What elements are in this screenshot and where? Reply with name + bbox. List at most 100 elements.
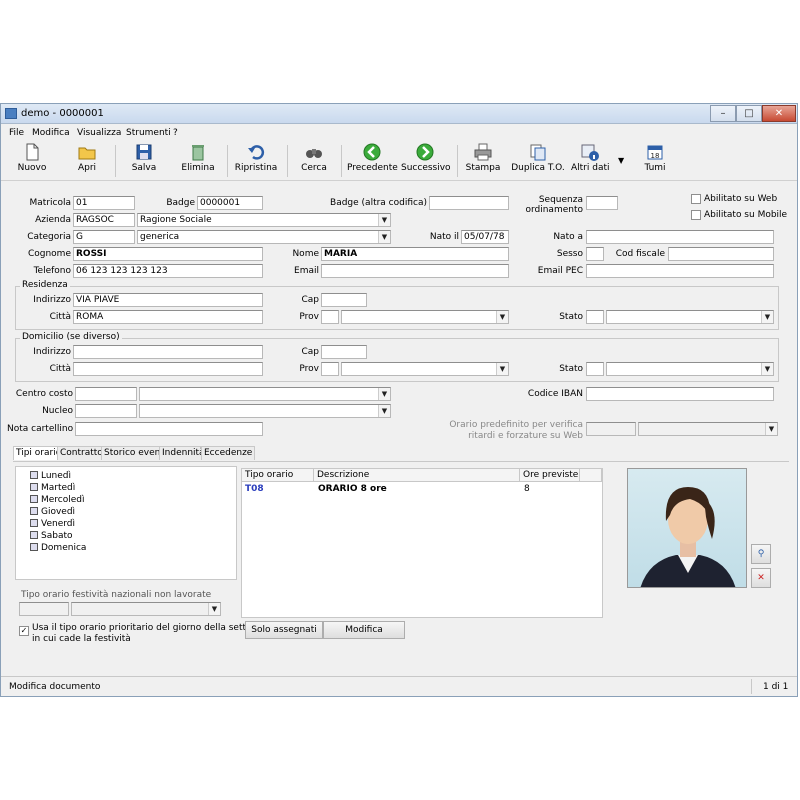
stampa-button[interactable]: Stampa [465, 143, 501, 179]
column-header[interactable]: Tipo orario [242, 469, 314, 482]
chevron-down-icon: ▼ [208, 603, 220, 615]
mobile-checkbox[interactable] [691, 210, 701, 220]
nucleo-code[interactable] [75, 404, 137, 418]
zoom-photo-button[interactable]: ⚲ [751, 544, 771, 564]
sesso-field[interactable] [586, 247, 604, 261]
res-stato-code[interactable] [586, 310, 604, 324]
nome-field[interactable]: MARIA [321, 247, 509, 261]
calendar-day-icon [30, 494, 38, 503]
festivita-select[interactable]: ▼ [71, 602, 221, 616]
altri-dati-button[interactable]: Altri dati [571, 143, 610, 179]
salva-button[interactable]: Salva [129, 143, 159, 179]
successivo-button[interactable]: Successivo [401, 143, 451, 179]
cognome-field[interactable]: ROSSI [73, 247, 263, 261]
solo-assegnati-button[interactable]: Solo assegnati [245, 621, 323, 639]
chevron-down-icon: ▼ [496, 311, 508, 323]
badge-alt-field[interactable] [429, 196, 509, 210]
azienda-code-field[interactable]: RAGSOC [73, 213, 135, 227]
nuovo-button[interactable]: Nuovo [15, 143, 49, 179]
web-label: Abilitato su Web [704, 194, 778, 204]
table-cell: T08 [245, 484, 264, 494]
apri-button[interactable]: Apri [73, 143, 101, 179]
telefono-label: Telefono [33, 266, 71, 276]
cerca-button[interactable]: Cerca [299, 143, 329, 179]
modifica-button[interactable]: Modifica [323, 621, 405, 639]
use-prio-checkbox[interactable]: ✓ [19, 626, 29, 636]
dom-citta-field[interactable] [73, 362, 263, 376]
email-field[interactable] [321, 264, 509, 278]
altri-dati-dropdown-icon[interactable]: ▼ [618, 156, 624, 165]
res-stato-select[interactable]: ▼ [606, 310, 774, 324]
nato-a-field[interactable] [586, 230, 774, 244]
record-counter: 1 di 1 [763, 682, 789, 692]
menu-strumenti[interactable]: Strumenti [126, 128, 171, 138]
tree-item-domenica[interactable]: Domenica [30, 542, 86, 553]
matricola-field[interactable]: 01 [73, 196, 135, 210]
duplica-button[interactable]: Duplica T.O. [511, 143, 565, 179]
column-header[interactable]: Descrizione [314, 469, 520, 482]
open-folder-icon [78, 147, 96, 160]
festivita-code[interactable] [19, 602, 69, 616]
tab-contratto[interactable]: Contratto [57, 446, 106, 460]
undo-icon [248, 145, 265, 160]
telefono-field[interactable]: 06 123 123 123 123 [73, 264, 263, 278]
web-checkbox[interactable] [691, 194, 701, 204]
categoria-label: Categoria [27, 232, 71, 242]
mobile-label: Abilitato su Mobile [704, 210, 788, 220]
close-button[interactable]: ✕ [762, 105, 796, 122]
menu-visualizza[interactable]: Visualizza [77, 128, 121, 138]
elimina-button[interactable]: Elimina [179, 143, 217, 179]
menu-help[interactable]: ? [173, 128, 178, 138]
dom-cap-field[interactable] [321, 345, 367, 359]
sesso-label: Sesso [556, 249, 583, 259]
nota-field[interactable] [75, 422, 263, 436]
dom-prov-select[interactable]: ▼ [341, 362, 509, 376]
centro-costo-select[interactable]: ▼ [139, 387, 391, 401]
dom-prov-code[interactable] [321, 362, 339, 376]
minimize-button[interactable]: – [710, 105, 736, 122]
table-row[interactable]: T08 ORARIO 8 ore 8 [242, 483, 602, 495]
res-cap-field[interactable] [321, 293, 367, 307]
tree-item-mercoledi[interactable]: Mercoledì [30, 494, 85, 505]
close-icon: ✕ [757, 573, 765, 583]
res-prov-select[interactable]: ▼ [341, 310, 509, 324]
menu-modifica[interactable]: Modifica [32, 128, 70, 138]
menu-file[interactable]: File [9, 128, 24, 138]
res-citta-field[interactable]: ROMA [73, 310, 263, 324]
tab-eccedenze[interactable]: Eccedenze [201, 446, 256, 460]
tumi-button[interactable]: 18 Tumi [641, 143, 669, 179]
precedente-button[interactable]: Precedente [347, 143, 398, 179]
use-prio-label: Usa il tipo orario prioritario del giorn… [32, 623, 275, 633]
codice-iban-field[interactable] [586, 387, 774, 401]
azienda-select[interactable]: Ragione Sociale ▼ [137, 213, 391, 227]
tree-item-martedi[interactable]: Martedì [30, 482, 75, 493]
categoria-select[interactable]: generica ▼ [137, 230, 391, 244]
cf-field[interactable] [668, 247, 774, 261]
orario-select[interactable]: ▼ [638, 422, 778, 436]
printer-icon [474, 143, 492, 161]
dom-stato-select[interactable]: ▼ [606, 362, 774, 376]
nucleo-select[interactable]: ▼ [139, 404, 391, 418]
dom-stato-code[interactable] [586, 362, 604, 376]
badge-field[interactable]: 0000001 [197, 196, 263, 210]
categoria-code-field[interactable]: G [73, 230, 135, 244]
maximize-button[interactable]: □ [736, 105, 762, 122]
nato-il-field[interactable]: 05/07/78 [461, 230, 509, 244]
centro-costo-code[interactable] [75, 387, 137, 401]
nato-il-label: Nato il [429, 232, 459, 242]
column-header[interactable]: Ore previste [520, 469, 580, 482]
tree-item-lunedi[interactable]: Lunedì [30, 470, 71, 481]
pec-field[interactable] [586, 264, 774, 278]
orario-code[interactable] [586, 422, 636, 436]
tree-item-giovedi[interactable]: Giovedì [30, 506, 75, 517]
tree-item-sabato[interactable]: Sabato [30, 530, 73, 541]
res-indirizzo-field[interactable]: VIA PIAVE [73, 293, 263, 307]
nato-a-label: Nato a [553, 232, 583, 242]
res-prov-label: Prov [299, 312, 319, 322]
sequenza-field[interactable] [586, 196, 618, 210]
res-prov-code[interactable] [321, 310, 339, 324]
delete-photo-button[interactable]: ✕ [751, 568, 771, 588]
ripristina-button[interactable]: Ripristina [233, 143, 279, 179]
dom-indirizzo-field[interactable] [73, 345, 263, 359]
tree-item-venerdi[interactable]: Venerdì [30, 518, 75, 529]
